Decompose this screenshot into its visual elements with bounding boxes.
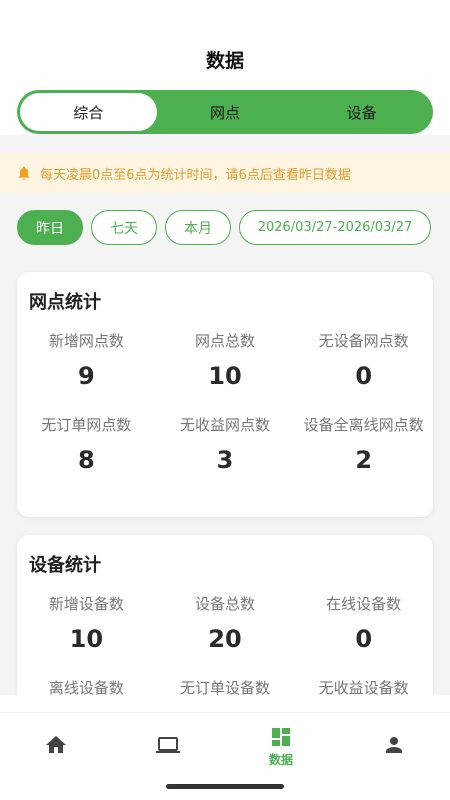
main-content[interactable]: 每天凌晨0点至6点为统计时间，请6点后查看昨日数据 昨日 七天 本月 2026/… bbox=[0, 135, 450, 695]
stat-label: 网点总数 bbox=[194, 332, 255, 350]
filter-seven-days[interactable]: 七天 bbox=[91, 210, 157, 245]
stat-item: 设备总数 20 bbox=[156, 593, 295, 653]
stat-item: 无收益网点数 3 bbox=[156, 414, 295, 474]
tab-overview[interactable]: 综合 bbox=[20, 93, 157, 131]
stat-item: 网点总数 10 bbox=[156, 330, 295, 390]
person-icon bbox=[386, 737, 402, 753]
dashboard-icon bbox=[272, 728, 290, 746]
tab-devices[interactable]: 设备 bbox=[293, 93, 430, 131]
stat-label: 新增网点数 bbox=[48, 332, 124, 350]
stat-value: 20 bbox=[208, 625, 242, 653]
home-indicator bbox=[166, 784, 284, 789]
stat-label: 离线设备数 bbox=[48, 679, 124, 695]
tab-home[interactable] bbox=[26, 733, 86, 757]
tab-data-label: 数据 bbox=[268, 753, 293, 767]
date-filters: 昨日 七天 本月 2026/03/27-2026/03/27 bbox=[17, 210, 431, 245]
filter-this-month[interactable]: 本月 bbox=[165, 210, 231, 245]
notice-text: 每天凌晨0点至6点为统计时间，请6点后查看昨日数据 bbox=[40, 167, 351, 183]
tab-devices-nav[interactable] bbox=[138, 733, 198, 757]
stat-label: 在线设备数 bbox=[326, 595, 402, 613]
segment-control: 综合 网点 设备 bbox=[17, 90, 433, 134]
stat-value: 0 bbox=[355, 362, 373, 390]
stat-item: 无订单设备数 bbox=[156, 677, 295, 695]
stat-label: 无订单设备数 bbox=[179, 679, 270, 695]
stat-value: 10 bbox=[208, 362, 242, 390]
stat-label: 无收益网点数 bbox=[179, 416, 270, 434]
device-stats-card: 设备统计 新增设备数 10 设备总数 20 在线设备数 0 离线设备数 无订单设… bbox=[17, 535, 433, 695]
stat-item: 设备全离线网点数 2 bbox=[294, 414, 433, 474]
card-title: 网点统计 bbox=[29, 292, 101, 313]
stat-label: 设备全离线网点数 bbox=[303, 416, 424, 434]
filter-date-range[interactable]: 2026/03/27-2026/03/27 bbox=[239, 210, 431, 245]
tab-outlets[interactable]: 网点 bbox=[157, 93, 294, 131]
stat-value: 9 bbox=[77, 362, 95, 390]
page-title: 数据 bbox=[205, 50, 244, 72]
tab-data[interactable]: 数据 bbox=[251, 725, 311, 768]
stat-value: 2 bbox=[355, 446, 373, 474]
header: 数据 综合 网点 设备 bbox=[0, 0, 450, 135]
stat-item: 无收益设备数 bbox=[294, 677, 433, 695]
stat-item: 在线设备数 0 bbox=[294, 593, 433, 653]
stat-item: 离线设备数 bbox=[17, 677, 156, 695]
laptop-icon bbox=[156, 737, 180, 753]
stat-label: 无设备网点数 bbox=[318, 332, 409, 350]
filter-yesterday[interactable]: 昨日 bbox=[17, 210, 83, 245]
bell-icon bbox=[18, 166, 30, 180]
stat-value: 8 bbox=[77, 446, 95, 474]
stat-label: 无收益设备数 bbox=[318, 679, 409, 695]
stat-value: 10 bbox=[69, 625, 104, 653]
home-icon bbox=[46, 736, 66, 753]
tab-profile[interactable] bbox=[364, 733, 424, 757]
stat-label: 设备总数 bbox=[194, 595, 255, 613]
notice-banner: 每天凌晨0点至6点为统计时间，请6点后查看昨日数据 bbox=[0, 153, 450, 193]
stat-label: 无订单网点数 bbox=[41, 416, 132, 434]
stat-label: 新增设备数 bbox=[48, 595, 124, 613]
stat-item: 无订单网点数 8 bbox=[17, 414, 156, 474]
stat-value: 0 bbox=[355, 625, 373, 653]
stat-item: 新增网点数 9 bbox=[17, 330, 156, 390]
stat-item: 无设备网点数 0 bbox=[294, 330, 433, 390]
stat-value: 3 bbox=[216, 446, 234, 474]
stat-item: 新增设备数 10 bbox=[17, 593, 156, 653]
card-title: 设备统计 bbox=[29, 555, 101, 576]
outlet-stats-card: 网点统计 新增网点数 9 网点总数 10 无设备网点数 0 无订单网点数 8 无… bbox=[17, 272, 433, 517]
